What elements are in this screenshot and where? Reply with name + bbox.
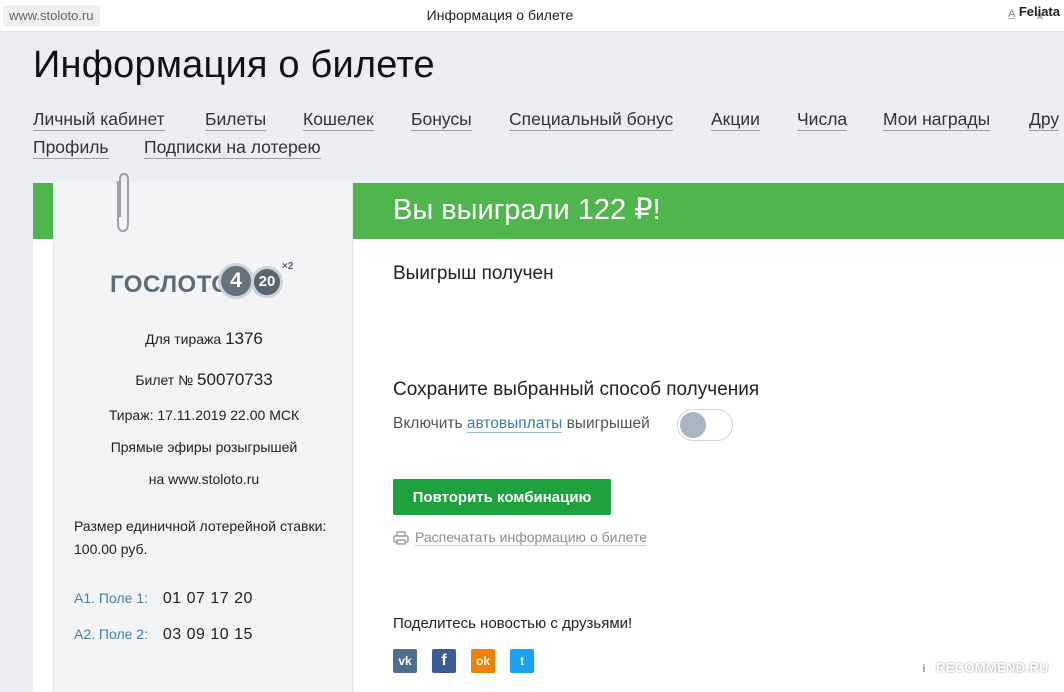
font-size-icon[interactable]: A̲ bbox=[1008, 8, 1015, 20]
draw-number: 1376 bbox=[225, 329, 263, 348]
nav-link-tickets[interactable]: Билеты bbox=[205, 108, 267, 131]
nav-link-friends[interactable]: Дру bbox=[1029, 108, 1060, 131]
print-ticket-link[interactable]: Распечатать информацию о билете bbox=[415, 529, 647, 546]
nav-link-wallet[interactable]: Кошелек bbox=[303, 108, 374, 131]
nav-link-awards[interactable]: Мои награды bbox=[883, 108, 991, 131]
logo-ball-4: 4 bbox=[218, 263, 254, 299]
nav-link-promos[interactable]: Акции bbox=[711, 108, 760, 131]
printer-icon bbox=[393, 531, 409, 545]
field-label: А1. Поле 1: bbox=[74, 590, 148, 606]
draw-date: Тираж: 17.11.2019 22.00 МСК bbox=[108, 407, 300, 423]
live-line-1: Прямые эфиры розыгрышей bbox=[110, 439, 298, 455]
field-numbers: 03 09 10 15 bbox=[162, 626, 253, 643]
live-line-2: на www.stoloto.ru bbox=[148, 471, 260, 487]
stake-size: Размер единичной лотерейной ставки: 100.… bbox=[74, 515, 344, 561]
tab-title: Информация о билете bbox=[426, 7, 574, 23]
nav-row-1: Личный кабинет Билеты Кошелек Бонусы Спе… bbox=[33, 108, 1064, 136]
ticket-number-line: Билет № 50070733 bbox=[54, 370, 354, 390]
account-nav: Личный кабинет Билеты Кошелек Бонусы Спе… bbox=[33, 108, 1064, 164]
nav-link-numbers[interactable]: Числа bbox=[797, 108, 848, 131]
win-status: Выигрыш получен bbox=[393, 263, 554, 284]
toggle-knob bbox=[680, 412, 706, 438]
browser-bar: www.stoloto.ru Информация о билете A̲ ★ … bbox=[0, 0, 1064, 32]
repeat-combination-button[interactable]: Повторить комбинацию bbox=[393, 479, 611, 515]
field-row-2: А2. Поле 2: 03 09 10 15 bbox=[74, 626, 253, 644]
ticket-gap bbox=[33, 239, 53, 692]
odnoklassniki-icon[interactable]: ok bbox=[471, 649, 495, 673]
gosloto-logo: ГОСЛОТО 4 20 ×2 bbox=[110, 261, 300, 303]
logo-text: ГОСЛОТО bbox=[110, 271, 231, 298]
logo-ball-20: 20 bbox=[251, 266, 283, 298]
ticket-number: 50070733 bbox=[197, 370, 273, 389]
watermark-text: RECOMMEND.RU bbox=[936, 660, 1049, 675]
nav-link-cabinet[interactable]: Личный кабинет bbox=[33, 108, 165, 131]
autopay-prefix: Включить bbox=[393, 415, 463, 432]
page-title: Информация о билете bbox=[33, 44, 435, 86]
nav-link-subscriptions[interactable]: Подписки на лотерею bbox=[144, 136, 321, 159]
autopay-row: Включить автовыплаты выигрышей bbox=[393, 415, 650, 433]
autopay-suffix: выигрышей bbox=[566, 415, 650, 432]
facebook-icon[interactable]: f bbox=[432, 649, 456, 673]
save-method-title: Сохраните выбранный способ получения bbox=[393, 379, 760, 400]
watermark-badge-icon: i bbox=[916, 661, 932, 677]
win-title: Вы выиграли 122 ₽! bbox=[393, 194, 661, 226]
twitter-icon[interactable]: t bbox=[510, 649, 534, 673]
field-numbers: 01 07 17 20 bbox=[162, 590, 253, 607]
print-row: Распечатать информацию о билете bbox=[393, 529, 647, 546]
vk-icon[interactable]: vk bbox=[393, 649, 417, 673]
nav-link-profile[interactable]: Профиль bbox=[33, 136, 109, 159]
user-name: Feliata bbox=[1018, 4, 1060, 19]
ticket-panel: Вы выиграли 122 ₽! ГОСЛОТО 4 20 ×2 Для т… bbox=[33, 173, 1064, 692]
ticket-card: ГОСЛОТО 4 20 ×2 Для тиража 1376 Билет № … bbox=[53, 173, 354, 692]
paperclip-icon bbox=[117, 173, 129, 233]
logo-multiplier: ×2 bbox=[282, 261, 294, 272]
draw-number-line: Для тиража 1376 bbox=[54, 329, 354, 349]
share-title: Поделитесь новостью с друзьями! bbox=[393, 615, 633, 632]
nav-link-bonuses[interactable]: Бонусы bbox=[411, 108, 472, 131]
ticket-label: Билет № bbox=[135, 372, 194, 388]
stake-value: 100.00 руб. bbox=[74, 541, 148, 557]
autopay-toggle[interactable] bbox=[677, 409, 733, 441]
field-row-1: А1. Поле 1: 01 07 17 20 bbox=[74, 590, 253, 608]
field-label: А2. Поле 2: bbox=[74, 626, 148, 642]
autopay-link[interactable]: автовыплаты bbox=[466, 415, 563, 433]
recommend-watermark: i RECOMMEND.RU bbox=[916, 660, 1049, 677]
draw-label: Для тиража bbox=[145, 331, 222, 347]
nav-row-2: Профиль Подписки на лотерею bbox=[33, 136, 1064, 164]
nav-link-special-bonus[interactable]: Специальный бонус bbox=[509, 108, 674, 131]
stake-label: Размер единичной лотерейной ставки: bbox=[74, 518, 327, 534]
